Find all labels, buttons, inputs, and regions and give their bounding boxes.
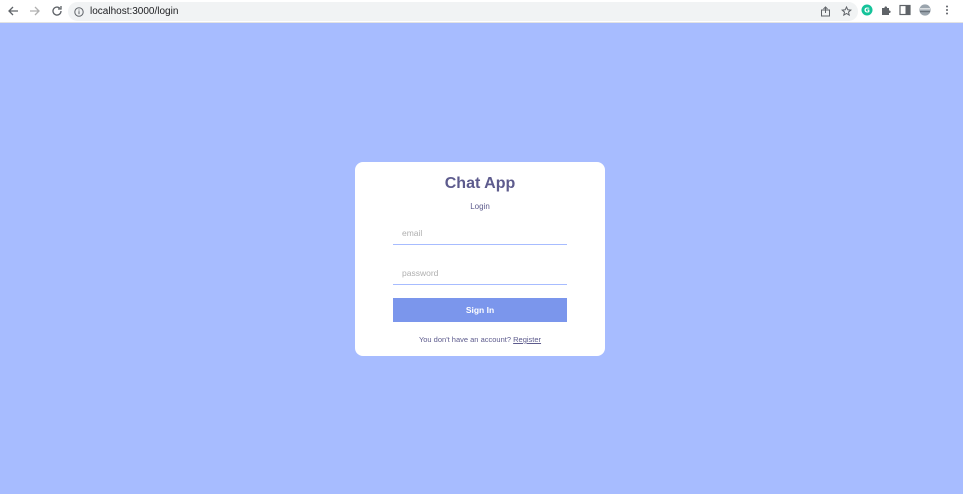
reload-icon	[52, 6, 62, 16]
browser-toolbar: localhost:3000/login G	[0, 0, 963, 23]
info-icon[interactable]	[74, 6, 84, 17]
back-button[interactable]	[2, 0, 24, 22]
menu-kebab-icon[interactable]	[941, 4, 953, 16]
address-url[interactable]: localhost:3000/login	[90, 6, 178, 17]
share-icon[interactable]	[820, 6, 831, 17]
form-subtitle: Login	[470, 202, 490, 211]
app-title: Chat App	[444, 175, 516, 192]
email-field[interactable]	[393, 221, 567, 245]
password-field[interactable]	[393, 261, 567, 285]
login-card: Chat App Login Sign In You don't have an…	[355, 162, 605, 356]
grammarly-extension-icon[interactable]: G	[861, 4, 873, 16]
arrow-right-icon	[30, 6, 40, 16]
bookmark-star-icon[interactable]	[841, 6, 852, 17]
forward-button[interactable]	[24, 0, 46, 22]
address-bar[interactable]: localhost:3000/login	[68, 2, 858, 21]
reload-button[interactable]	[46, 0, 68, 22]
svg-text:G: G	[864, 7, 870, 15]
register-prompt-text: You don't have an account?	[418, 335, 512, 344]
register-prompt: You don't have an account? Register	[355, 335, 605, 344]
profile-avatar-icon[interactable]	[919, 4, 931, 16]
side-panel-icon[interactable]	[899, 4, 911, 16]
puzzle-extensions-icon[interactable]	[880, 4, 892, 16]
register-link[interactable]: Register	[513, 335, 541, 344]
sign-in-button[interactable]: Sign In	[393, 298, 567, 322]
arrow-left-icon	[8, 6, 18, 16]
